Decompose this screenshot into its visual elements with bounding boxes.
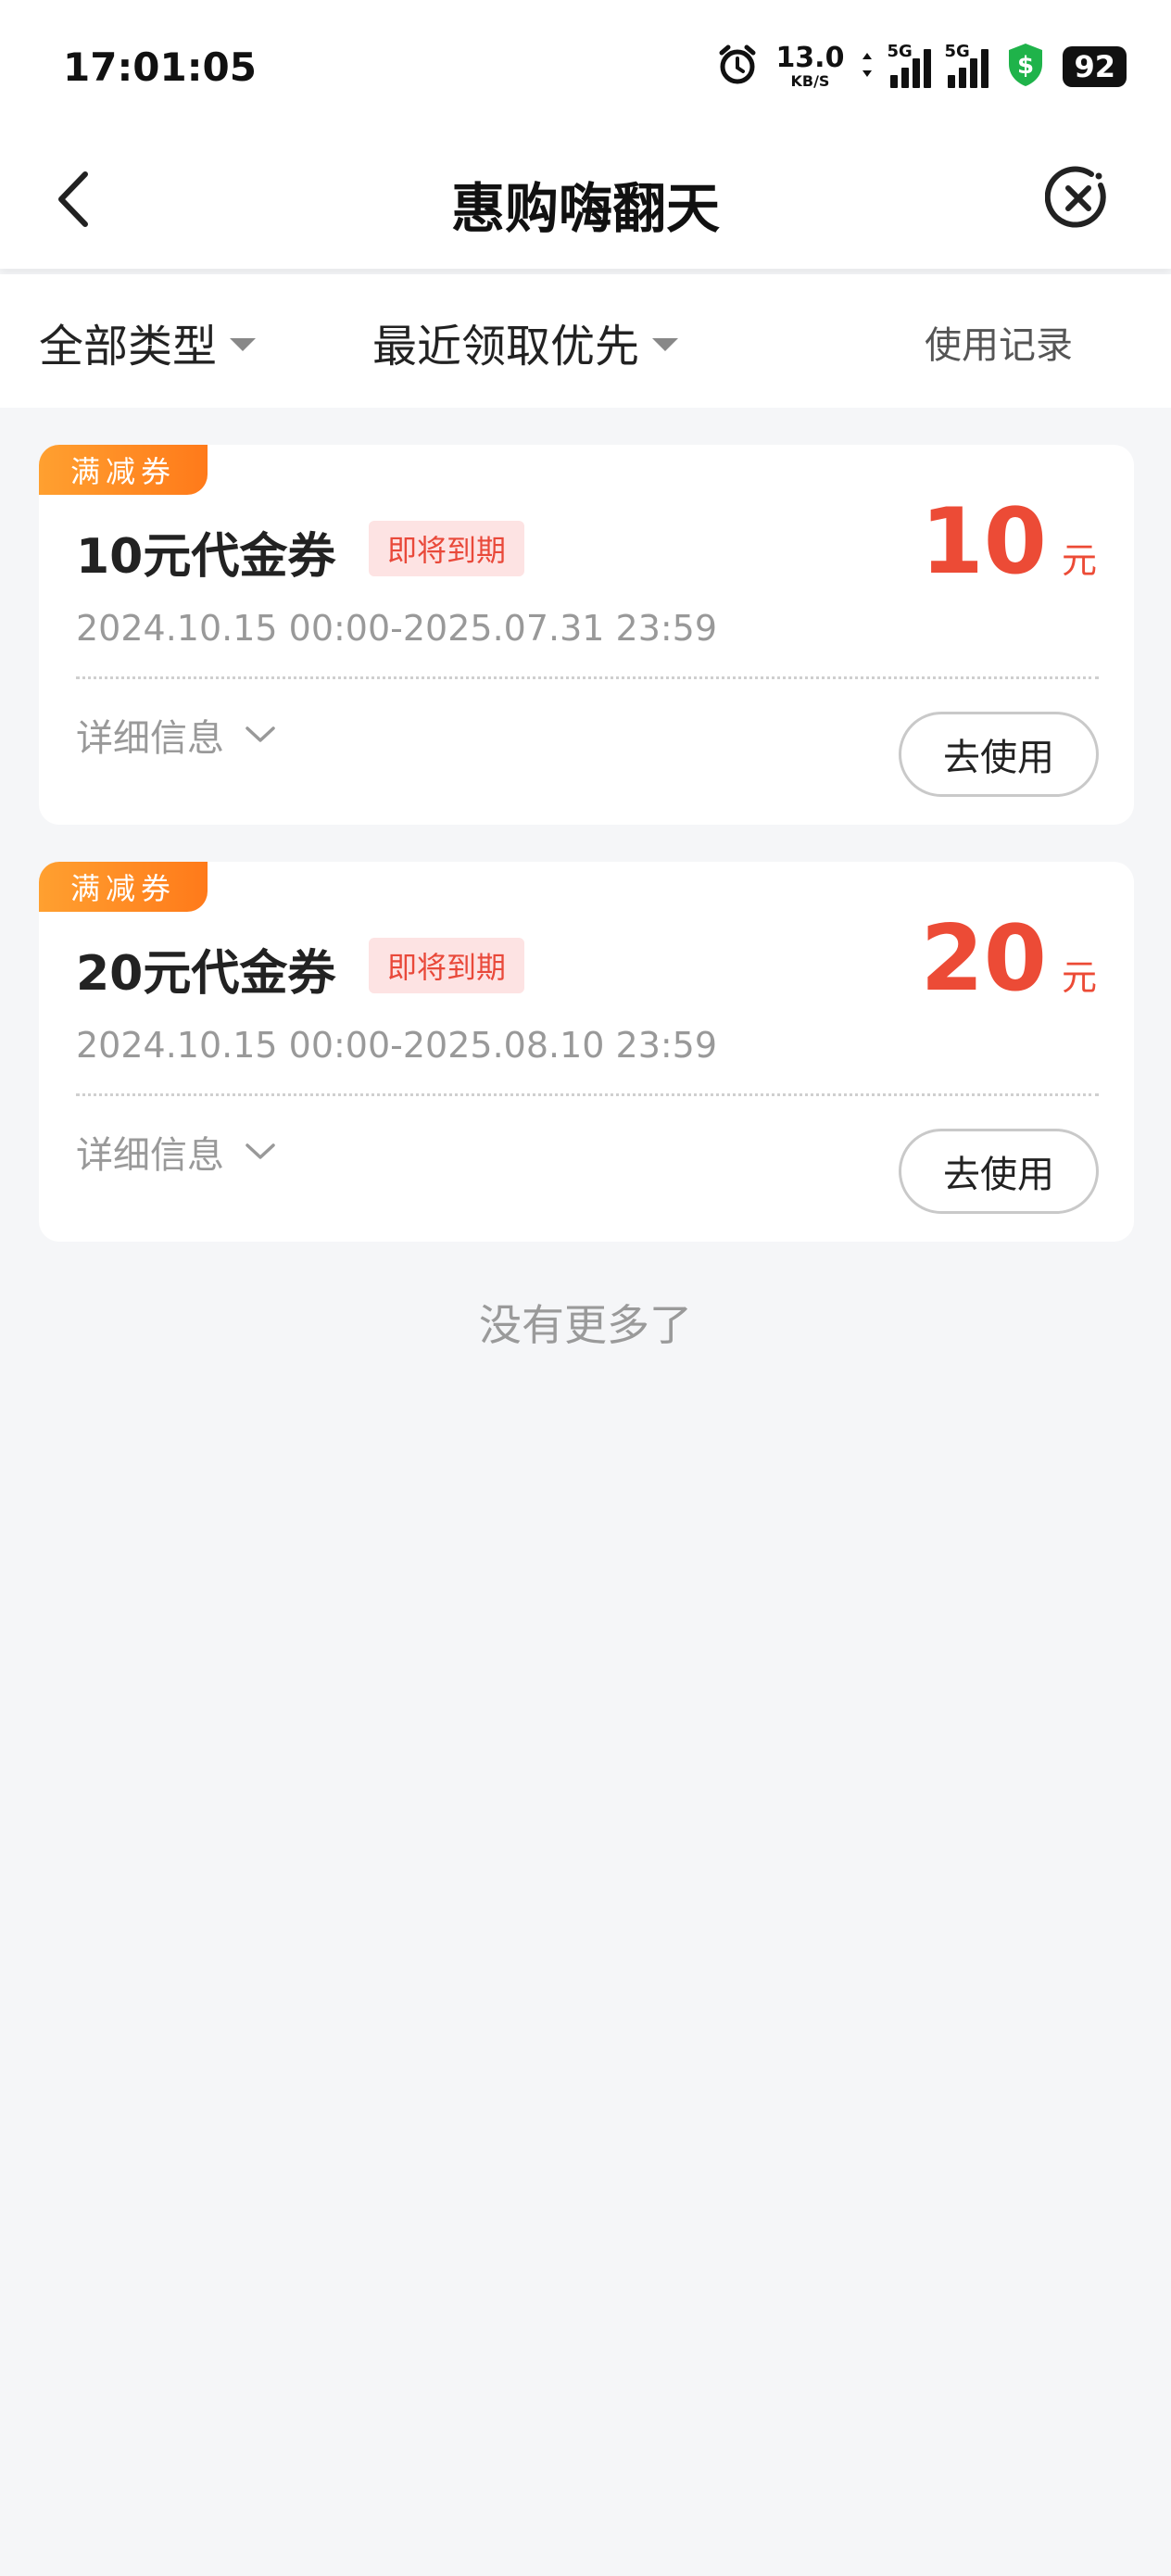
filter-bar: 全部类型 最近领取优先 使用记录 <box>0 274 1171 408</box>
divider <box>76 676 1099 679</box>
details-label: 详细信息 <box>76 717 224 760</box>
coupon-name: 10元代金券 <box>76 529 336 585</box>
type-filter-dropdown[interactable]: 全部类型 <box>39 309 257 374</box>
sort-label: 最近领取优先 <box>372 321 640 373</box>
coupon-amount: 20 元 <box>921 906 1097 1012</box>
chevron-down-icon <box>246 726 275 742</box>
network-speed: 13.0 KB/S <box>775 42 845 90</box>
close-circle-icon <box>1045 166 1106 228</box>
page-title: 惠购嗨翻天 <box>450 177 720 240</box>
chevron-down-icon <box>246 1143 275 1159</box>
close-button[interactable] <box>1041 161 1115 235</box>
expire-badge: 即将到期 <box>369 521 525 576</box>
status-icons: 13.0 KB/S 5G 5G $ 92 <box>716 41 1127 93</box>
coupon-card: 满减券 10元代金券 即将到期 10 元 2024.10.15 00:00-20… <box>39 445 1134 825</box>
use-coupon-button[interactable]: 去使用 <box>899 712 1099 797</box>
usage-record-link[interactable]: 使用记录 <box>925 315 1073 369</box>
signal-icon-2: 5G <box>944 42 989 88</box>
amount-value: 20 <box>920 906 1047 1012</box>
status-time: 17:01:05 <box>63 44 257 90</box>
data-arrows-icon <box>861 51 874 82</box>
coupon-period: 2024.10.15 00:00-2025.08.10 23:59 <box>76 1025 718 1066</box>
divider <box>76 1093 1099 1096</box>
coupon-name: 20元代金券 <box>76 946 336 1002</box>
amount-unit: 元 <box>1061 957 1097 998</box>
signal-icon: 5G <box>887 42 932 88</box>
details-toggle[interactable]: 详细信息 <box>76 1125 276 1179</box>
coupon-amount: 10 元 <box>921 489 1097 595</box>
battery-icon: 92 <box>1063 46 1127 87</box>
coupon-period: 2024.10.15 00:00-2025.07.31 23:59 <box>76 608 718 649</box>
amount-value: 10 <box>920 489 1047 595</box>
use-coupon-button[interactable]: 去使用 <box>899 1129 1099 1214</box>
details-toggle[interactable]: 详细信息 <box>76 708 276 762</box>
details-label: 详细信息 <box>76 1134 224 1177</box>
caret-down-icon <box>652 338 679 351</box>
coupon-tag: 满减券 <box>39 445 208 495</box>
coupon-tag: 满减券 <box>39 862 208 912</box>
coupon-card: 满减券 20元代金券 即将到期 20 元 2024.10.15 00:00-20… <box>39 862 1134 1242</box>
expire-badge: 即将到期 <box>369 938 525 993</box>
no-more-text: 没有更多了 <box>479 1300 692 1350</box>
alarm-icon <box>716 44 759 90</box>
type-filter-label: 全部类型 <box>39 321 218 373</box>
sort-dropdown[interactable]: 最近领取优先 <box>372 309 679 374</box>
status-bar: 17:01:05 13.0 KB/S 5G 5G $ 92 <box>0 0 1171 139</box>
shield-dollar-icon: $ <box>1005 42 1046 92</box>
amount-unit: 元 <box>1061 540 1097 581</box>
caret-down-icon <box>230 338 257 351</box>
nav-bar: 惠购嗨翻天 <box>0 139 1171 269</box>
svg-text:$: $ <box>1017 52 1034 80</box>
